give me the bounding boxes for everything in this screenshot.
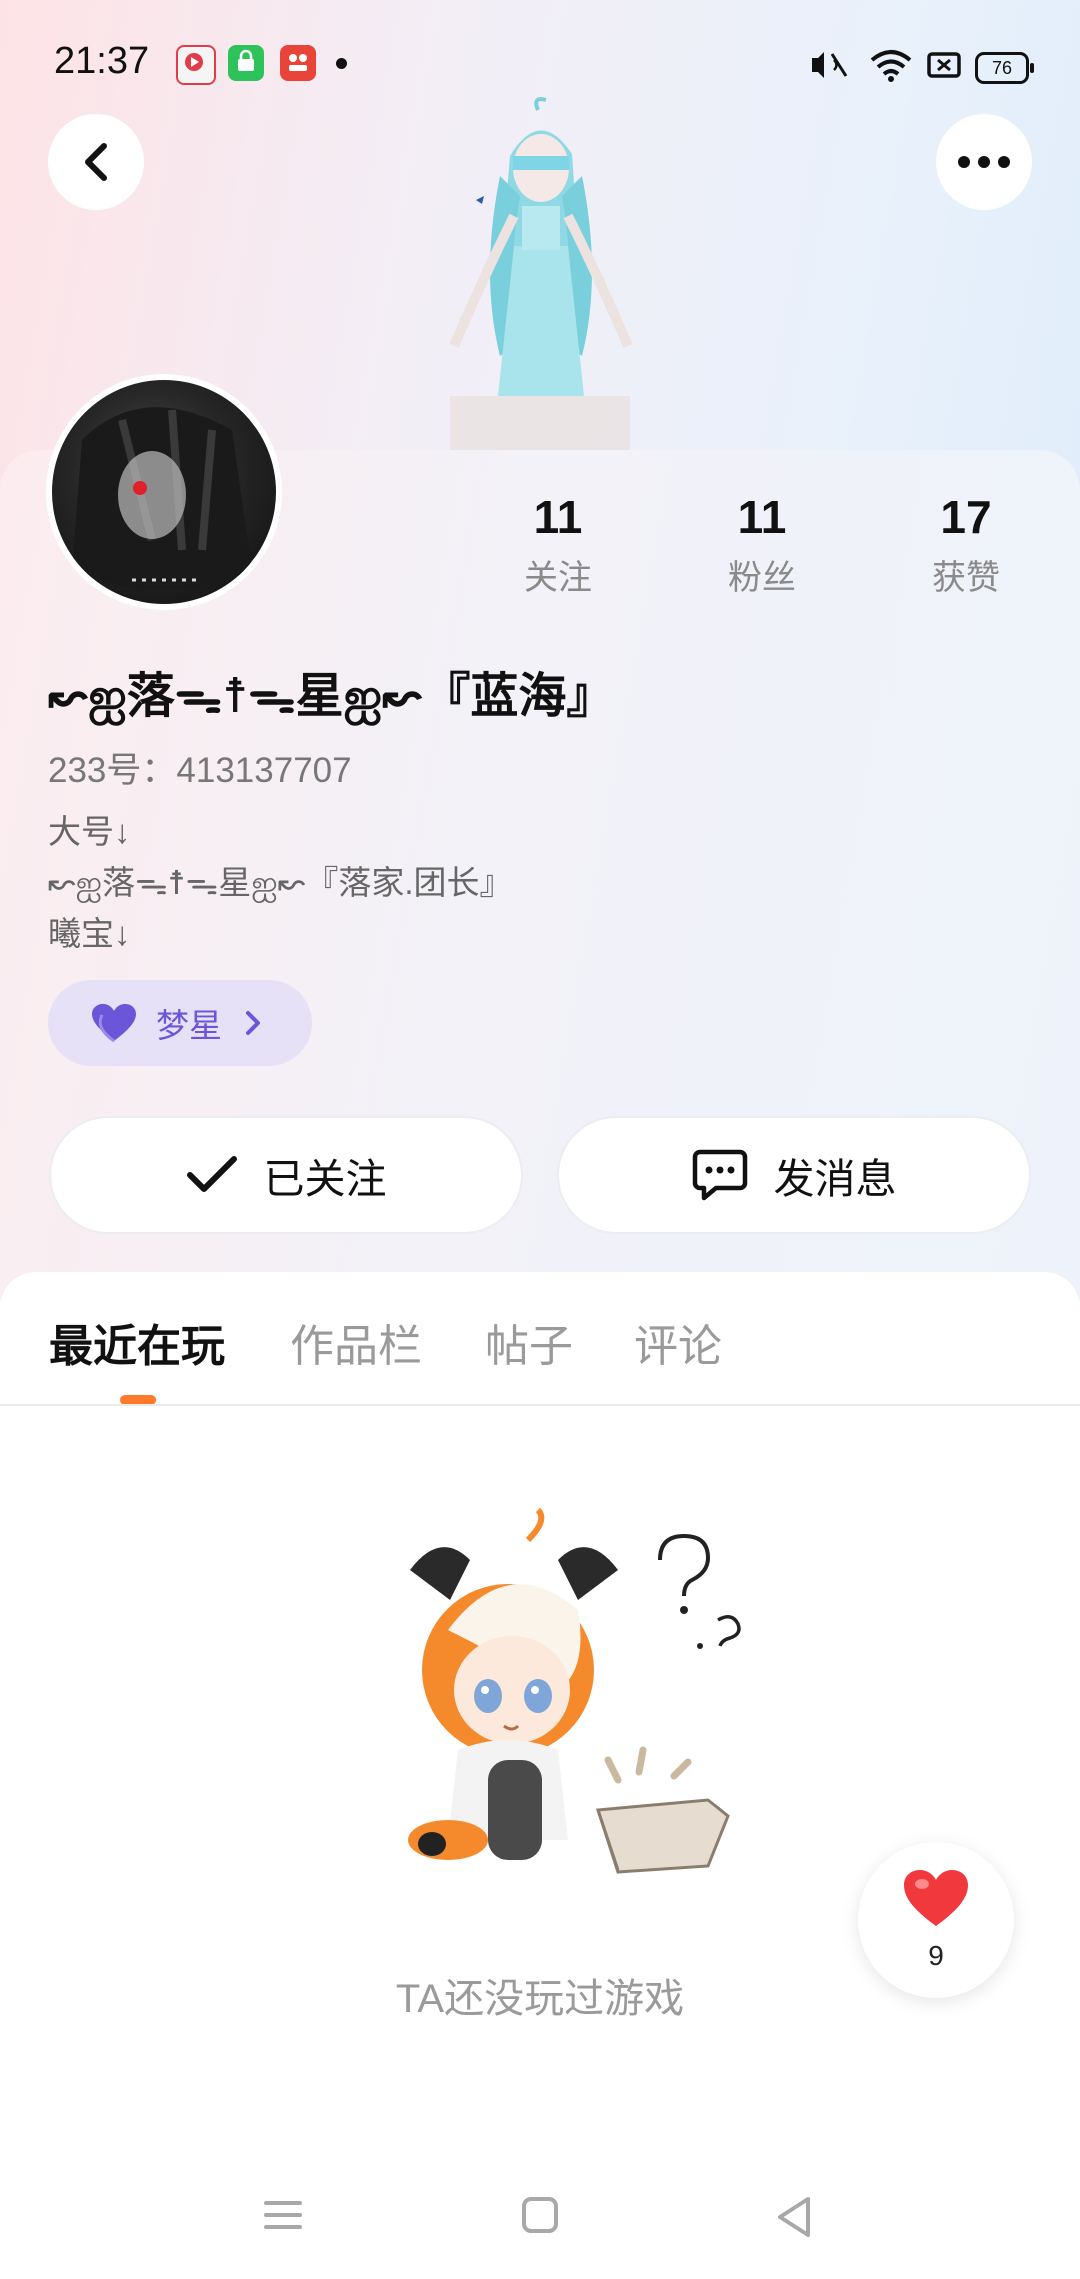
heart-icon <box>904 1870 968 1926</box>
like-count: 9 <box>928 1940 944 1971</box>
stat-value: 11 <box>737 491 787 543</box>
like-button[interactable]: 9 <box>858 1842 1014 1998</box>
wifi-icon <box>870 50 912 82</box>
home-nav-icon[interactable] <box>520 2195 560 2235</box>
follow-button[interactable]: 已关注 <box>49 1116 523 1234</box>
menu-nav-icon[interactable] <box>262 2195 304 2235</box>
tab-recently-played[interactable]: 最近在玩 <box>49 1310 225 1374</box>
tab-divider <box>0 1404 1080 1406</box>
checkmark-icon <box>186 1156 237 1192</box>
store-app-icon <box>280 45 316 81</box>
tab-works[interactable]: 作品栏 <box>290 1310 422 1374</box>
more-dots-icon <box>958 156 1010 168</box>
stat-followers[interactable]: 11 粉丝 <box>682 490 842 599</box>
avatar[interactable] <box>46 374 282 610</box>
stat-value: 17 <box>940 491 992 543</box>
more-options-button[interactable] <box>936 114 1032 210</box>
tab-posts[interactable]: 帖子 <box>485 1310 573 1374</box>
mute-icon <box>812 52 848 78</box>
stat-value: 11 <box>533 491 583 543</box>
username: ↜ஐ落ᯓ☨ᯓ星ஐ↜『蓝海』 <box>48 670 615 723</box>
stat-likes[interactable]: 17 获赞 <box>886 490 1046 599</box>
sim-icon <box>927 52 961 78</box>
account-id: 233号：413137707 <box>48 751 352 790</box>
stat-following[interactable]: 11 关注 <box>478 490 638 599</box>
shopping-app-icon <box>228 45 264 81</box>
back-nav-icon[interactable] <box>774 2195 816 2239</box>
stat-label: 获赞 <box>932 559 1000 597</box>
avatar-image <box>52 380 276 604</box>
fan-badge-button[interactable]: 梦星 <box>48 980 312 1066</box>
back-button[interactable] <box>48 114 144 210</box>
follow-button-label: 已关注 <box>263 1156 387 1202</box>
video-app-icon <box>176 45 216 85</box>
chevron-left-icon <box>85 143 107 181</box>
stat-label: 粉丝 <box>728 559 796 597</box>
heart-icon <box>92 1004 136 1043</box>
chevron-right-icon <box>246 1011 260 1035</box>
banner-character-image <box>449 97 633 450</box>
message-button[interactable]: 发消息 <box>557 1116 1031 1234</box>
tab-comments[interactable]: 评论 <box>634 1310 722 1374</box>
badge-label: 梦星 <box>156 1007 222 1044</box>
chat-bubble-icon <box>692 1149 747 1201</box>
empty-state-illustration <box>408 1507 741 1874</box>
bio-text: 大号↓ ↜ஐ落ᯓ☨ᯓ星ஐ↜『落家.团长』 曦宝↓ <box>48 813 513 952</box>
battery-icon: 76 <box>975 52 1034 84</box>
message-button-label: 发消息 <box>773 1156 897 1202</box>
stat-label: 关注 <box>524 559 592 597</box>
status-time: 21:37 <box>54 40 150 82</box>
notification-dot <box>336 58 347 69</box>
